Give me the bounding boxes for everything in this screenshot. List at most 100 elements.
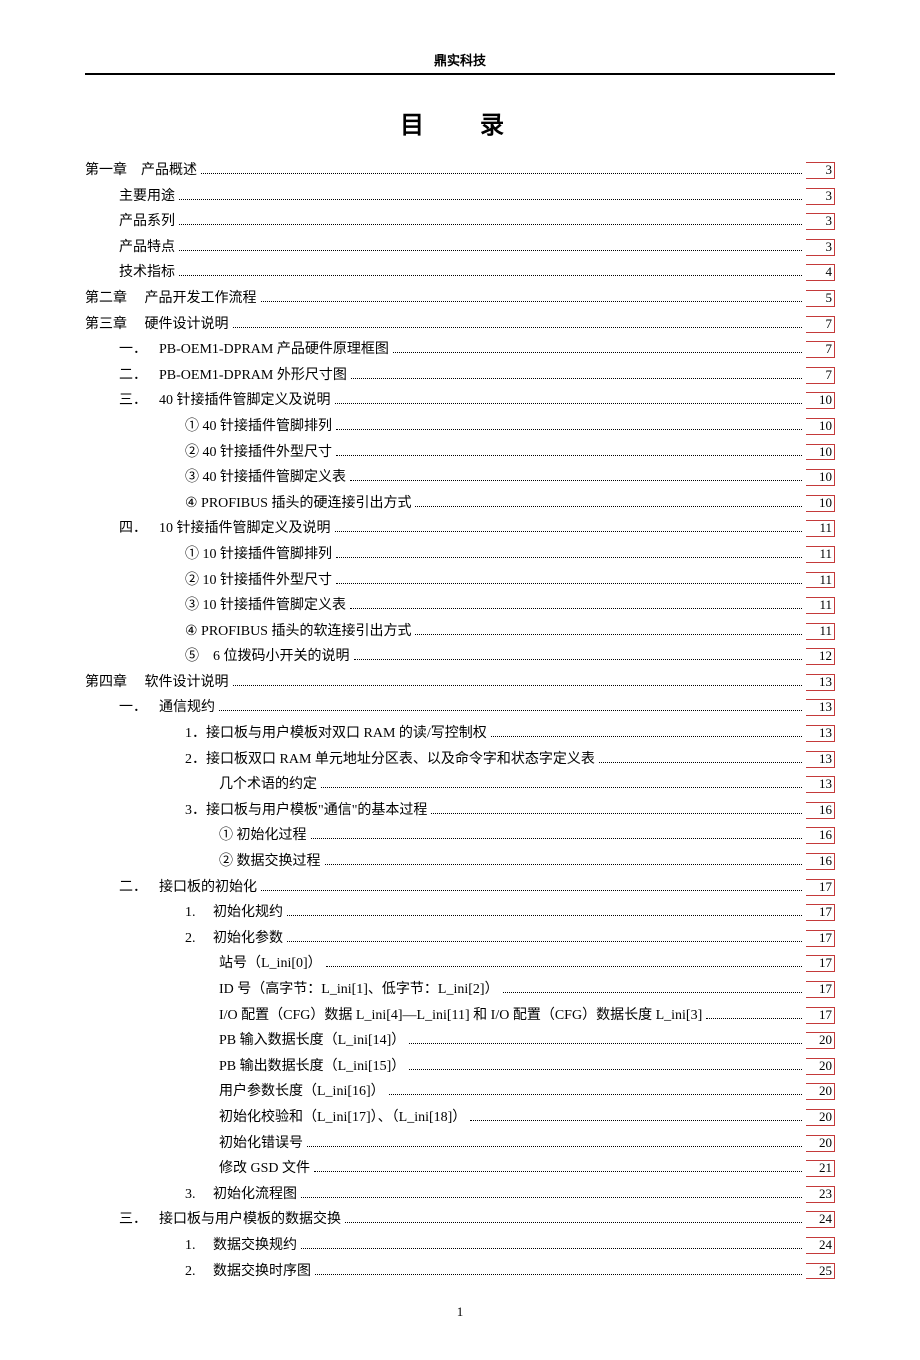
toc-leader-dots [345,1222,802,1223]
toc-entry-label: ① 初始化过程 [219,828,307,844]
toc-entry[interactable]: 初始化校验和（L_ini[17]）、（L_ini[18]）20 [85,1109,835,1126]
toc-page-number: 13 [806,725,835,742]
toc-entry[interactable]: ① 40 针接插件管脚排列10 [85,418,835,435]
toc-page-number: 7 [806,367,835,384]
toc-entry[interactable]: 1. 数据交换规约24 [85,1237,835,1254]
toc-entry[interactable]: 1. 初始化规约17 [85,904,835,921]
toc-entry[interactable]: ② 数据交换过程16 [85,853,835,870]
toc-entry[interactable]: 一．通信规约13 [85,699,835,716]
toc-entry-label: 2．接口板双口 RAM 单元地址分区表、以及命令字和状态字定义表 [185,752,595,768]
toc-entry-label: ① 40 针接插件管脚排列 [185,419,332,435]
toc-page-number: 4 [806,264,835,281]
toc-entry-label: ③ 40 针接插件管脚定义表 [185,470,346,486]
toc-entry[interactable]: 主要用途3 [85,188,835,205]
table-of-contents: 第一章 产品概述3主要用途3产品系列3产品特点3技术指标4第二章 产品开发工作流… [85,162,835,1280]
toc-entry-label: 1．接口板与用户模板对双口 RAM 的读/写控制权 [185,726,487,742]
toc-entry[interactable]: 第一章 产品概述3 [85,162,835,179]
toc-entry[interactable]: 产品特点 3 [85,239,835,256]
toc-entry-label: 产品特点 [119,240,175,256]
toc-entry[interactable]: ② 10 针接插件外型尺寸11 [85,572,835,589]
toc-entry[interactable]: 第二章 产品开发工作流程5 [85,290,835,307]
toc-leader-dots [393,352,802,353]
toc-leader-dots [336,557,802,558]
toc-entry-label: ② 40 针接插件外型尺寸 [185,445,332,461]
toc-page-number: 3 [806,162,835,179]
document-page: 鼎实科技 目 录 第一章 产品概述3主要用途3产品系列3产品特点3技术指标4第二… [0,0,920,1360]
toc-entry[interactable]: 四．10 针接插件管脚定义及说明11 [85,520,835,537]
toc-entry-label: ③ 10 针接插件管脚定义表 [185,598,346,614]
toc-entry-label: 一．通信规约 [119,700,215,716]
toc-entry[interactable]: PB 输出数据长度（L_ini[15]）20 [85,1058,835,1075]
toc-entry[interactable]: ① 10 针接插件管脚排列11 [85,546,835,563]
toc-entry-label: I/O 配置（CFG）数据 L_ini[4]—L_ini[11] 和 I/O 配… [219,1008,702,1024]
toc-entry[interactable]: ID 号（高字节：L_ini[1]、低字节：L_ini[2]）17 [85,981,835,998]
toc-page-number: 17 [806,930,835,947]
toc-entry[interactable]: PB 输入数据长度（L_ini[14]）20 [85,1032,835,1049]
toc-leader-dots [415,634,802,635]
toc-leader-dots [409,1069,802,1070]
toc-entry[interactable]: ⑤ 6 位拨码小开关的说明12 [85,648,835,665]
toc-entry-label: PB 输入数据长度（L_ini[14]） [219,1033,405,1049]
toc-entry-label: ④ PROFIBUS 插头的硬连接引出方式 [185,496,411,512]
toc-page-number: 10 [806,469,835,486]
toc-entry-label: ② 数据交换过程 [219,854,321,870]
toc-page-number: 13 [806,674,835,691]
toc-entry-label: 一．PB-OEM1-DPRAM 产品硬件原理框图 [119,342,389,358]
toc-entry-label: 三．接口板与用户模板的数据交换 [119,1212,341,1228]
toc-page-number: 16 [806,827,835,844]
toc-page-number: 11 [806,572,835,589]
toc-entry[interactable]: ③ 40 针接插件管脚定义表 10 [85,469,835,486]
toc-leader-dots [307,1146,802,1147]
toc-entry[interactable]: 2. 初始化参数17 [85,930,835,947]
toc-entry[interactable]: 第三章 硬件设计说明7 [85,316,835,333]
toc-entry[interactable]: 第四章 软件设计说明13 [85,674,835,691]
toc-entry-label: 第三章 硬件设计说明 [85,317,229,333]
toc-title: 目 录 [85,105,835,140]
toc-entry-label: 1. 数据交换规约 [185,1238,297,1254]
toc-entry[interactable]: 站号（L_ini[0]）17 [85,955,835,972]
toc-entry[interactable]: 用户参数长度（L_ini[16]） 20 [85,1083,835,1100]
toc-entry[interactable]: 2．接口板双口 RAM 单元地址分区表、以及命令字和状态字定义表13 [85,751,835,768]
toc-entry-label: ① 10 针接插件管脚排列 [185,547,332,563]
toc-entry[interactable]: 初始化错误号20 [85,1135,835,1152]
toc-entry[interactable]: 几个术语的约定13 [85,776,835,793]
toc-entry[interactable]: 技术指标4 [85,264,835,281]
toc-page-number: 11 [806,623,835,640]
toc-leader-dots [503,992,802,993]
toc-entry[interactable]: ④ PROFIBUS 插头的硬连接引出方式 10 [85,495,835,512]
toc-entry[interactable]: 2. 数据交换时序图25 [85,1263,835,1280]
toc-entry[interactable]: ③ 10 针接插件管脚定义表 11 [85,597,835,614]
toc-page-number: 3 [806,239,835,256]
toc-entry[interactable]: 产品系列3 [85,213,835,230]
toc-leader-dots [599,762,802,763]
toc-entry[interactable]: 修改 GSD 文件21 [85,1160,835,1177]
toc-entry[interactable]: 3. 初始化流程图23 [85,1186,835,1203]
toc-entry[interactable]: 三．接口板与用户模板的数据交换24 [85,1211,835,1228]
toc-entry-label: 产品系列 [119,214,175,230]
toc-page-number: 16 [806,802,835,819]
toc-leader-dots [409,1043,802,1044]
toc-entry-label: 用户参数长度（L_ini[16]） [219,1084,385,1100]
toc-page-number: 17 [806,879,835,896]
toc-entry[interactable]: 3．接口板与用户模板"通信"的基本过程16 [85,802,835,819]
toc-entry[interactable]: 三．40 针接插件管脚定义及说明10 [85,392,835,409]
toc-leader-dots [351,378,802,379]
toc-entry[interactable]: ④ PROFIBUS 插头的软连接引出方式11 [85,623,835,640]
toc-page-number: 17 [806,1007,835,1024]
toc-entry[interactable]: 1．接口板与用户模板对双口 RAM 的读/写控制权 13 [85,725,835,742]
toc-page-number: 10 [806,444,835,461]
toc-entry[interactable]: I/O 配置（CFG）数据 L_ini[4]—L_ini[11] 和 I/O 配… [85,1007,835,1024]
toc-entry-label: 主要用途 [119,189,175,205]
toc-page-number: 10 [806,495,835,512]
toc-entry[interactable]: 二．PB-OEM1-DPRAM 外形尺寸图7 [85,367,835,384]
toc-entry[interactable]: ② 40 针接插件外型尺寸 10 [85,444,835,461]
toc-entry[interactable]: 一．PB-OEM1-DPRAM 产品硬件原理框图7 [85,341,835,358]
toc-entry[interactable]: 二．接口板的初始化17 [85,879,835,896]
toc-entry[interactable]: ① 初始化过程 16 [85,827,835,844]
toc-leader-dots [179,275,802,276]
toc-page-number: 20 [806,1083,835,1100]
toc-page-number: 20 [806,1135,835,1152]
toc-page-number: 11 [806,597,835,614]
toc-leader-dots [219,710,802,711]
toc-leader-dots [321,787,802,788]
